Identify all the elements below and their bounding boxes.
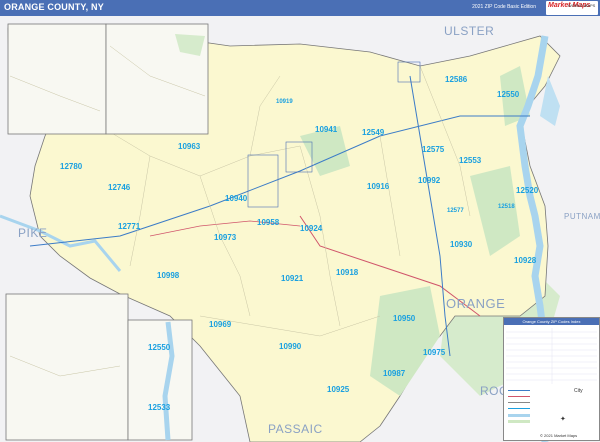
legend-title: Orange County ZIP Codes Index bbox=[504, 318, 599, 325]
legend-city-label: City bbox=[574, 388, 583, 394]
zip-label: 12533 bbox=[148, 403, 171, 412]
zip-label: 12771 bbox=[118, 222, 141, 231]
zip-label: 10921 bbox=[281, 274, 304, 283]
legend-water bbox=[508, 414, 530, 417]
brand-logo: Market Maps WORLD MAPS bbox=[546, 1, 598, 15]
legend-park bbox=[508, 420, 530, 423]
county-label-putnam: PUTNAM bbox=[564, 212, 600, 221]
zip-label: 10940 bbox=[225, 194, 248, 203]
zip-label: 12575 bbox=[422, 145, 445, 154]
map-title: ORANGE COUNTY, NY bbox=[4, 2, 104, 12]
legend-interstate-line bbox=[508, 390, 530, 391]
copyright: © 2021 Market Maps bbox=[540, 433, 578, 438]
zip-label: 12586 bbox=[445, 75, 468, 84]
logo-subtext: WORLD MAPS bbox=[568, 3, 596, 8]
compass-icon: ✦ bbox=[560, 416, 566, 423]
inset-map-topleft bbox=[7, 23, 107, 135]
zip-label: 10924 bbox=[300, 224, 323, 233]
zip-label: 12553 bbox=[459, 156, 482, 165]
zip-label: 10928 bbox=[514, 256, 537, 265]
zip-label: 10941 bbox=[315, 125, 338, 134]
zip-label: 12577 bbox=[447, 208, 464, 214]
zip-label: 12550 bbox=[497, 90, 520, 99]
zip-label: 10925 bbox=[327, 385, 350, 394]
zip-label: 10950 bbox=[393, 314, 416, 323]
zip-label: 10969 bbox=[209, 320, 232, 329]
zip-label: 10973 bbox=[214, 233, 237, 242]
county-label-passaic: PASSAIC bbox=[268, 422, 323, 436]
zip-label: 12549 bbox=[362, 128, 385, 137]
map-subtitle: 2021 ZIP Code Basic Edition bbox=[472, 4, 536, 10]
title-bar: ORANGE COUNTY, NY 2021 ZIP Code Basic Ed… bbox=[0, 0, 600, 16]
legend-index-table bbox=[506, 328, 597, 384]
legend-highway-line bbox=[508, 396, 530, 397]
county-label-pike: PIKE bbox=[18, 226, 48, 240]
zip-label: 10916 bbox=[367, 182, 390, 191]
zip-label: 10998 bbox=[157, 271, 180, 280]
county-label-ulster: ULSTER bbox=[444, 24, 495, 38]
legend-zip-line bbox=[508, 408, 530, 409]
zip-label: 12780 bbox=[60, 162, 83, 171]
zip-label: 10975 bbox=[423, 348, 446, 357]
zip-label: 12746 bbox=[108, 183, 131, 192]
zip-label: 10918 bbox=[336, 268, 359, 277]
zip-label: 12550 bbox=[148, 343, 171, 352]
inset-map-bottomleft bbox=[5, 293, 129, 441]
county-label-orange: ORANGE bbox=[446, 296, 506, 311]
zip-label: 10992 bbox=[418, 176, 441, 185]
zip-label: 12520 bbox=[516, 186, 539, 195]
zip-label: 10987 bbox=[383, 369, 406, 378]
map-legend: Orange County ZIP Codes Index City bbox=[503, 317, 600, 441]
inset-map-bottomright bbox=[127, 319, 193, 441]
zip-label: 12518 bbox=[498, 204, 515, 210]
zip-label: 10958 bbox=[257, 218, 280, 227]
legend-road-line bbox=[508, 402, 530, 403]
zip-label: 10963 bbox=[178, 142, 201, 151]
zip-label: 10930 bbox=[450, 240, 473, 249]
zip-label: 10990 bbox=[279, 342, 302, 351]
map-page: ORANGE COUNTY, NY 2021 ZIP Code Basic Ed… bbox=[0, 0, 600, 442]
zip-label: 10919 bbox=[276, 99, 293, 105]
